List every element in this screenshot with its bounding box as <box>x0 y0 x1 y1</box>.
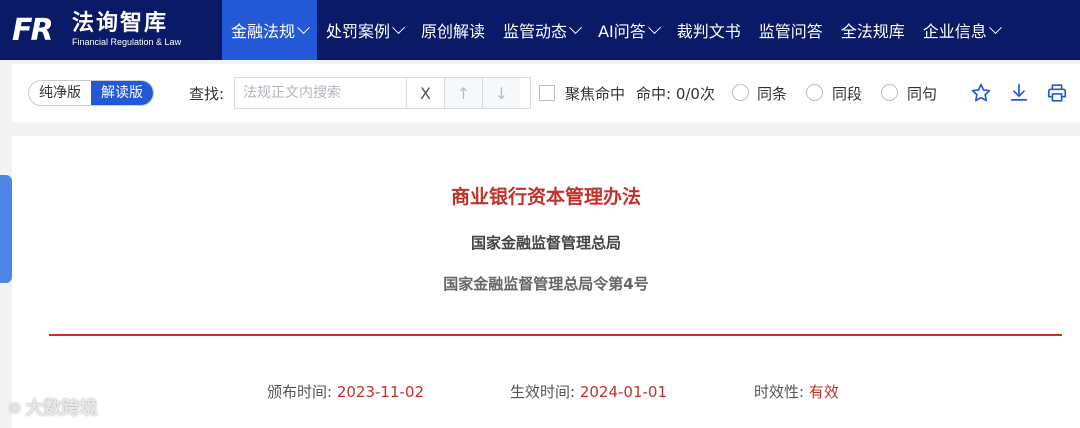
close-icon: X <box>420 83 431 103</box>
nav-item-regulatory-qa[interactable]: 监管问答 <box>750 0 832 60</box>
same-clause-radio[interactable] <box>732 84 749 101</box>
nav-item-label: 监管问答 <box>758 22 823 41</box>
focus-hits-checkbox[interactable] <box>539 85 555 101</box>
document-title: 商业银行资本管理办法 <box>450 186 641 208</box>
version-toggle: 纯净版 解读版 <box>28 80 154 106</box>
nav-item-label: 处罚案例 <box>326 22 391 41</box>
effective-date: 生效时间: 2024-01-01 <box>510 381 667 402</box>
top-navigation-bar: FR 法询智库 Financial Regulation & Law 金融法规 … <box>0 0 1080 60</box>
main-nav: 金融法规 处罚案例 原创解读 监管动态 AI问答 裁判文书 监管问答 全法规库 … <box>222 0 1009 60</box>
logo-text: 法询智库 Financial Regulation & Law <box>72 12 181 48</box>
effective-value: 2024-01-01 <box>579 383 668 401</box>
nav-item-label: 金融法规 <box>231 22 296 41</box>
chevron-down-icon <box>647 20 661 34</box>
effective-label: 生效时间: <box>510 383 576 401</box>
logo-mark: FR <box>12 12 54 48</box>
logo-tagline: Financial Regulation & Law <box>72 37 182 47</box>
nav-item-label: AI问答 <box>598 22 646 41</box>
same-sentence-label: 同句 <box>907 85 938 103</box>
next-hit-button[interactable]: ↓ <box>482 78 520 108</box>
nav-item-full-law-library[interactable]: 全法规库 <box>832 0 914 60</box>
logo-name: 法询智库 <box>72 11 169 36</box>
nav-item-penalty-cases[interactable]: 处罚案例 <box>317 0 412 60</box>
star-icon[interactable] <box>970 82 992 104</box>
nav-item-financial-regulations[interactable]: 金融法规 <box>222 0 318 60</box>
nav-item-label: 监管动态 <box>503 22 568 41</box>
document-order-number: 国家金融监督管理总局令第4号 <box>443 275 649 293</box>
nav-item-label: 原创解读 <box>421 22 486 41</box>
clear-search-button[interactable]: X <box>406 78 444 108</box>
watermark-text: 大数跨境 <box>25 398 98 419</box>
validity-label: 时效性: <box>754 383 805 401</box>
chevron-down-icon <box>297 20 310 34</box>
title-divider <box>49 334 1062 336</box>
chevron-down-icon <box>988 20 1002 34</box>
validity-status: 时效性: 有效 <box>754 381 839 402</box>
arrow-up-icon: ↑ <box>456 83 471 103</box>
nav-item-court-rulings[interactable]: 裁判文书 <box>668 0 750 60</box>
promulgated-value: 2023-11-02 <box>336 383 425 401</box>
interpret-version-button[interactable]: 解读版 <box>91 81 153 105</box>
plain-version-button[interactable]: 纯净版 <box>29 81 91 105</box>
arrow-down-icon: ↓ <box>494 83 509 103</box>
search-input[interactable] <box>235 78 406 108</box>
in-text-search: X ↑ ↓ <box>234 77 531 109</box>
document-toolbar: 纯净版 解读版 查找: X ↑ ↓ 聚焦命中 命中: 0/0次 同条 同段 同句 <box>12 64 1080 122</box>
site-logo[interactable]: FR 法询智库 Financial Regulation & Law <box>0 0 222 60</box>
nav-item-ai-qa[interactable]: AI问答 <box>589 0 668 60</box>
watermark-logo-icon: ⊙ <box>8 397 22 417</box>
same-paragraph-label: 同段 <box>832 85 863 103</box>
document-issuer: 国家金融监督管理总局 <box>470 234 621 252</box>
validity-value: 有效 <box>808 383 839 401</box>
previous-hit-button[interactable]: ↑ <box>444 78 482 108</box>
nav-item-company-info[interactable]: 企业信息 <box>914 0 1009 60</box>
nav-item-label: 企业信息 <box>922 22 987 41</box>
nav-item-original-interpretation[interactable]: 原创解读 <box>412 0 494 60</box>
same-paragraph-radio[interactable] <box>806 84 823 101</box>
nav-item-label: 裁判文书 <box>676 22 741 41</box>
nav-item-regulatory-news[interactable]: 监管动态 <box>494 0 589 60</box>
focus-hits-label: 聚焦命中 <box>565 85 626 103</box>
chevron-down-icon <box>392 20 405 34</box>
print-icon[interactable] <box>1046 82 1068 104</box>
find-label: 查找: <box>189 85 225 103</box>
watermark: ⊙ 大数跨境 <box>8 394 97 420</box>
nav-item-label: 全法规库 <box>840 22 905 41</box>
side-drawer-tab[interactable] <box>0 175 12 283</box>
same-sentence-radio[interactable] <box>881 84 898 101</box>
document-body: 商业银行资本管理办法 国家金融监督管理总局 国家金融监督管理总局令第4号 颁布时… <box>12 136 1080 428</box>
same-clause-label: 同条 <box>757 85 788 103</box>
download-icon[interactable] <box>1008 82 1030 104</box>
promulgated-date: 颁布时间: 2023-11-02 <box>267 381 424 402</box>
hit-count: 命中: 0/0次 <box>636 85 715 103</box>
promulgated-label: 颁布时间: <box>267 383 333 401</box>
chevron-down-icon <box>569 20 582 34</box>
